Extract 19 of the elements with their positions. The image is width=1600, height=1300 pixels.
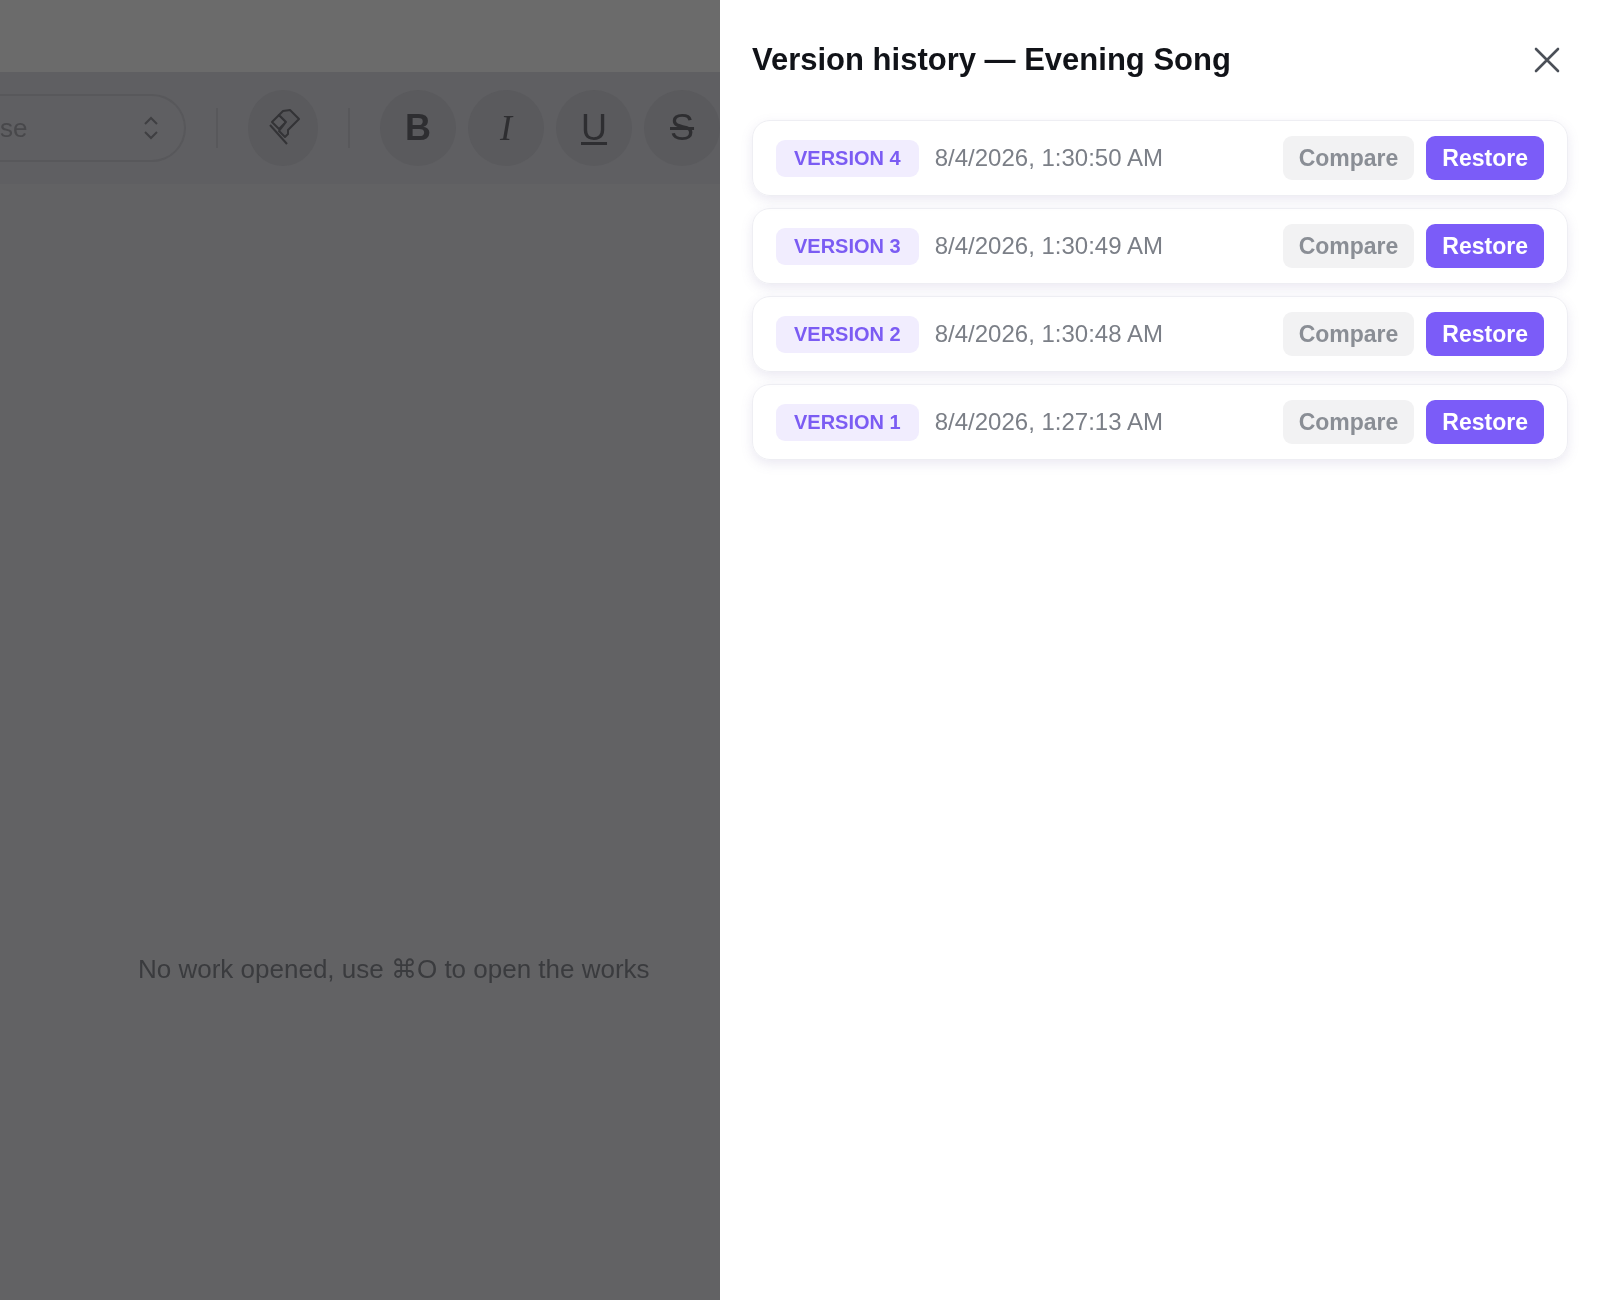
- restore-button[interactable]: Restore: [1426, 400, 1544, 444]
- version-badge: VERSION 1: [776, 403, 919, 441]
- restore-button[interactable]: Restore: [1426, 224, 1544, 268]
- restore-button[interactable]: Restore: [1426, 136, 1544, 180]
- compare-button[interactable]: Compare: [1282, 312, 1415, 356]
- version-timestamp: 8/4/2026, 1:30:49 AM: [934, 232, 1164, 260]
- version-timestamp: 8/4/2026, 1:30:48 AM: [934, 320, 1164, 348]
- version-timestamp: 8/4/2026, 1:30:50 AM: [934, 144, 1164, 172]
- close-icon: [1534, 47, 1560, 73]
- version-timestamp: 8/4/2026, 1:27:13 AM: [934, 408, 1164, 436]
- version-badge: VERSION 2: [776, 315, 919, 353]
- chevron-updown-icon: [141, 114, 160, 142]
- compare-button[interactable]: Compare: [1282, 224, 1415, 268]
- compare-button[interactable]: Compare: [1282, 400, 1415, 444]
- panel-title: Version history — Evening Song: [752, 42, 1231, 78]
- compare-button[interactable]: Compare: [1282, 136, 1415, 180]
- restore-button[interactable]: Restore: [1426, 312, 1544, 356]
- version-badge: VERSION 3: [776, 227, 919, 265]
- version-badge: VERSION 4: [776, 139, 919, 177]
